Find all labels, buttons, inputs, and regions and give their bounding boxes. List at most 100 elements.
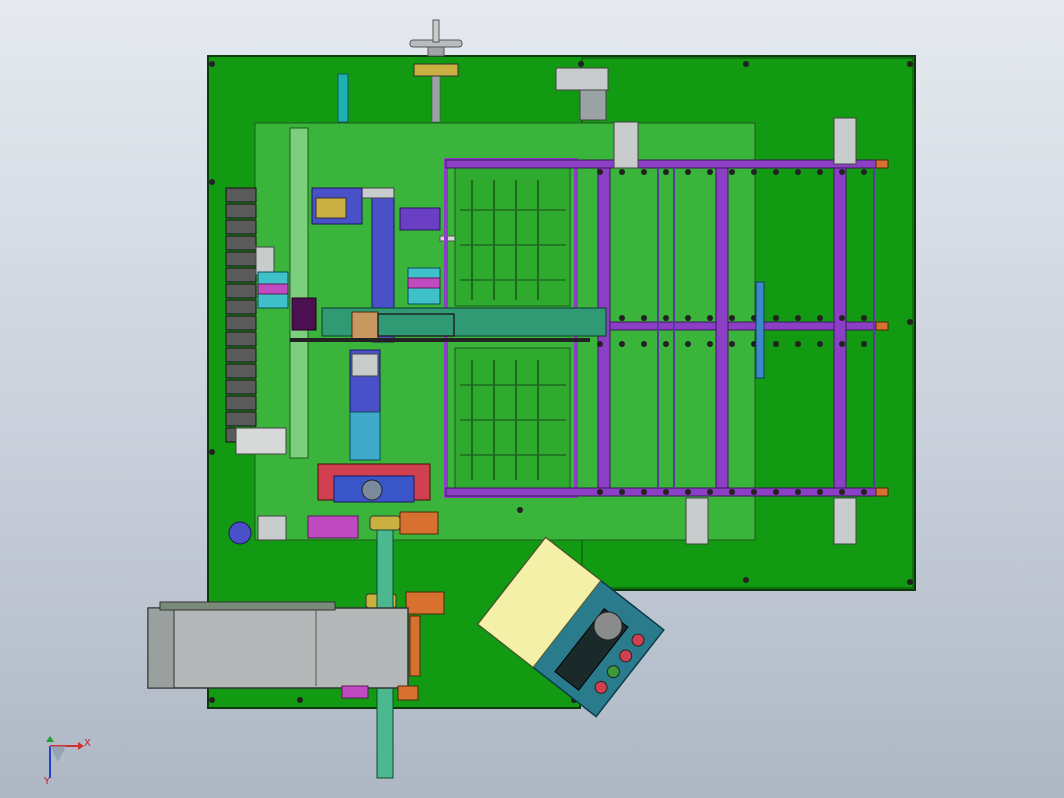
drag-chain-link (225, 347, 257, 363)
drag-chain-link (225, 331, 257, 347)
x-axis-label: X (84, 738, 91, 749)
chain-sprocket (839, 315, 845, 321)
chain-sprocket (663, 315, 669, 321)
right-bottom-motor-1 (685, 497, 709, 545)
chain-sprocket (751, 169, 757, 175)
chain-sprocket (795, 489, 801, 495)
mounting-hole (743, 61, 749, 67)
chain-sprocket (861, 489, 867, 495)
chain-sprocket (641, 341, 647, 347)
dark-purple-block (291, 297, 317, 331)
chain-sprocket (773, 489, 779, 495)
chain-sprocket (663, 341, 669, 347)
chain-sprocket (861, 169, 867, 175)
left-magenta-block (257, 283, 289, 295)
right-top-motor-1 (613, 121, 639, 169)
drag-chain-link (225, 283, 257, 299)
chain-sprocket (707, 315, 713, 321)
chain-sprocket (663, 489, 669, 495)
triad-plane (50, 746, 66, 762)
mounting-hole (907, 61, 913, 67)
chain-sprocket (619, 489, 625, 495)
top-right-bracket-post (579, 89, 607, 121)
chain-end (875, 321, 889, 331)
left-vertical-guide (289, 127, 309, 459)
mounting-hole (578, 61, 584, 67)
chain-sprocket (707, 169, 713, 175)
lower-cylinder-1-end (399, 511, 439, 535)
chain-sprocket (641, 315, 647, 321)
mounting-hole (517, 507, 523, 513)
gantry-under-rail (290, 338, 590, 342)
lower-cylinder-2-end (405, 591, 445, 615)
machine-cad-topview: X Y (43, 19, 916, 787)
mounting-hole (209, 449, 215, 455)
drag-chain-link (225, 379, 257, 395)
main-motor-coupling (409, 615, 421, 677)
chain-sprocket (751, 489, 757, 495)
chain-sprocket (817, 341, 823, 347)
chain-sprocket (773, 169, 779, 175)
chain-sprocket (641, 169, 647, 175)
chain-sprocket (597, 169, 603, 175)
lead-screw (431, 73, 441, 123)
handwheel-hub (427, 46, 445, 57)
handwheel-handle (432, 19, 440, 43)
chain-sprocket (817, 489, 823, 495)
chain-sprocket (795, 169, 801, 175)
chain-sprocket (729, 341, 735, 347)
lower-cyan-plate (349, 411, 381, 461)
chain-sprocket (597, 341, 603, 347)
left-bearing-block (255, 246, 275, 276)
chain-sprocket (817, 169, 823, 175)
mounting-hole (743, 577, 749, 583)
chain-sprocket (773, 341, 779, 347)
mounting-hole (209, 61, 215, 67)
mounting-hole (907, 579, 913, 585)
vertical-rail (833, 167, 847, 489)
right-small-slot (755, 281, 765, 379)
drag-chain-link (225, 299, 257, 315)
drag-chain-link (225, 411, 257, 427)
chain-sprocket (817, 315, 823, 321)
lower-cylinder-1 (369, 515, 401, 531)
vertical-rack (337, 73, 349, 123)
mounting-hole (907, 319, 913, 325)
chain-sprocket (795, 341, 801, 347)
screw-mount-block (413, 63, 459, 77)
chain-sprocket (861, 315, 867, 321)
main-motor-flange (159, 601, 336, 611)
chain-end (875, 159, 889, 169)
chain-sprocket (729, 169, 735, 175)
chain-sprocket (619, 169, 625, 175)
chain-sprocket (707, 489, 713, 495)
motor-mount-pink (307, 515, 359, 539)
mounting-hole (209, 697, 215, 703)
drag-chain-link (225, 315, 257, 331)
blue-round-sensor (228, 521, 252, 545)
chain-sprocket (597, 489, 603, 495)
chain-sprocket (685, 169, 691, 175)
chain-sprocket (839, 169, 845, 175)
chain-sprocket (729, 489, 735, 495)
right-bottom-motor-2 (833, 497, 857, 545)
chain-sprocket (839, 341, 845, 347)
main-motor-left (147, 607, 175, 689)
bottom-magenta-bracket (341, 685, 369, 699)
chain-sprocket (619, 341, 625, 347)
gantry-carriage (351, 311, 379, 341)
left-motor (235, 427, 287, 455)
right-top-motor-2 (833, 117, 857, 165)
drag-chain-link (225, 251, 257, 267)
chain-sprocket (839, 489, 845, 495)
motor-gear (361, 479, 383, 501)
chain-sprocket (663, 169, 669, 175)
y-arrow-head (46, 736, 54, 742)
chain-sprocket (685, 341, 691, 347)
chain-sprocket (707, 341, 713, 347)
grey-square-block (257, 515, 287, 541)
chain-sprocket (773, 315, 779, 321)
top-rail (445, 159, 887, 169)
chain-sprocket (861, 341, 867, 347)
chain-sprocket (795, 315, 801, 321)
